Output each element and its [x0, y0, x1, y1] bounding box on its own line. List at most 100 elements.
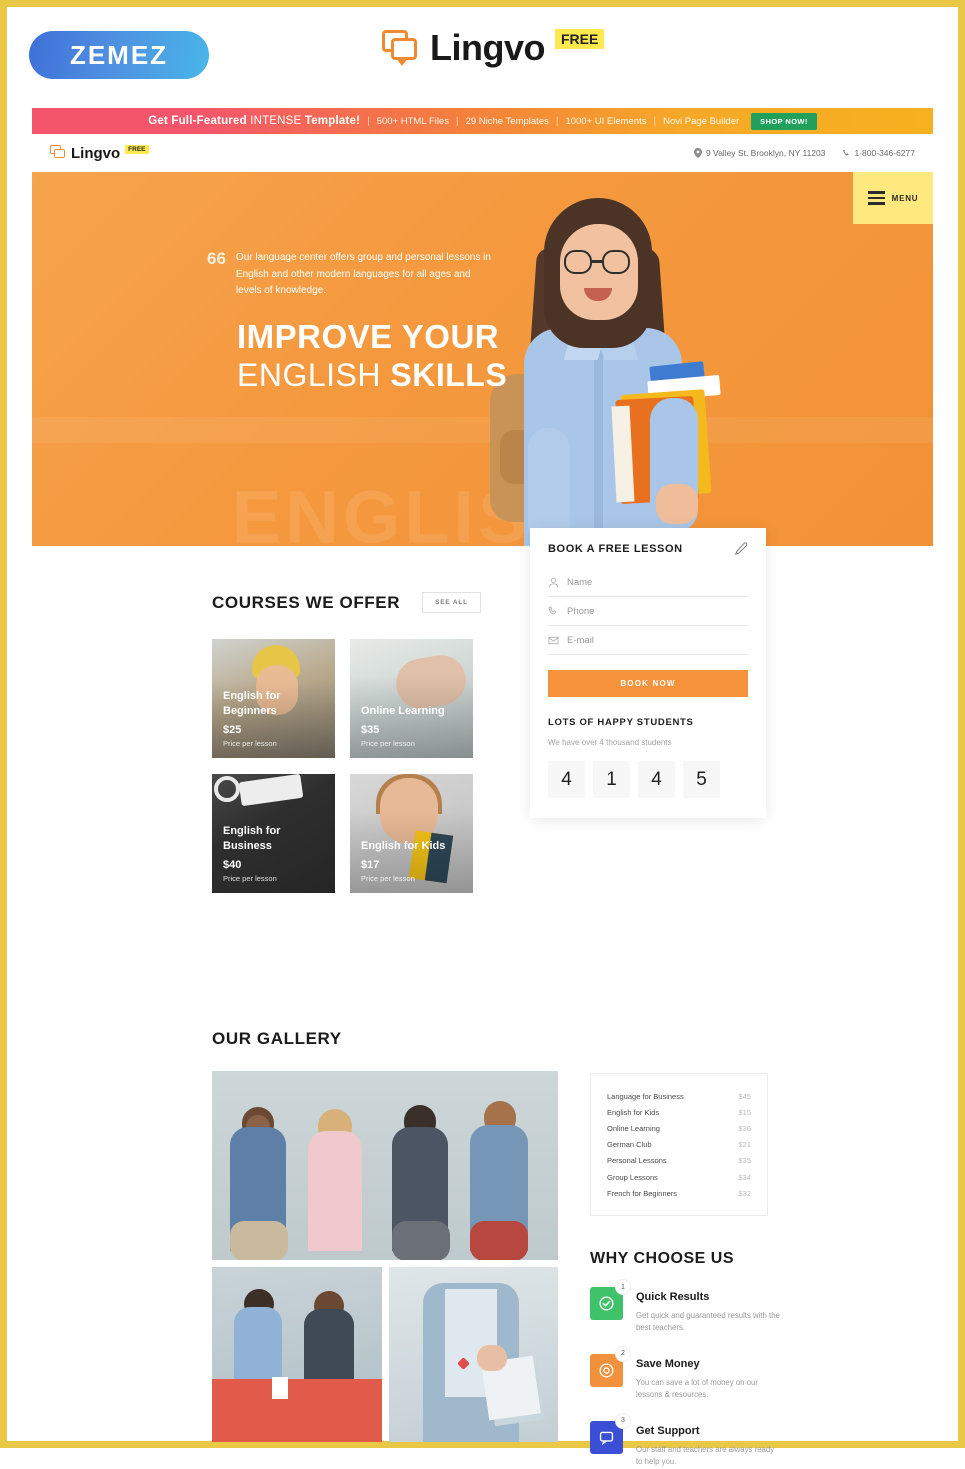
course-price-note: Price per lesson	[361, 874, 415, 883]
booking-form-title: BOOK A FREE LESSON	[548, 543, 683, 555]
see-all-button[interactable]: SEE ALL	[422, 592, 481, 613]
feature-description: Get quick and guaranteed results with th…	[636, 1311, 780, 1333]
price-value: $21	[738, 1140, 751, 1150]
price-row: German Club $21	[607, 1137, 751, 1153]
booking-form-card: BOOK A FREE LESSON BOOK NOW LOTS OF HAPP…	[530, 528, 766, 818]
check-circle-icon: 1	[590, 1280, 630, 1320]
course-price: $35	[361, 724, 380, 736]
counter-digit: 4	[548, 761, 585, 798]
course-name: Online Learning	[361, 705, 445, 718]
why-choose-us-section: WHY CHOOSE US 1 Quick Results Get quick …	[590, 1250, 780, 1469]
book-now-button[interactable]: BOOK NOW	[548, 670, 748, 697]
zemez-logo-text: ZEMEZ	[69, 39, 169, 70]
course-price: $17	[361, 859, 380, 871]
students-counter: 4 1 4 5	[548, 761, 748, 798]
price-value: $15	[738, 1107, 751, 1117]
header-address-text: 9 Valley St. Brooklyn, NY 11203	[705, 148, 826, 158]
counter-digit: 4	[638, 761, 675, 798]
feature-number: 1	[616, 1280, 630, 1294]
name-field[interactable]	[548, 568, 748, 597]
price-value: $36	[738, 1123, 751, 1133]
chat-bubble-icon	[382, 30, 420, 66]
feature-item: 1 Quick Results Get quick and guaranteed…	[590, 1280, 780, 1335]
price-row: English for Kids $15	[607, 1104, 751, 1120]
header-contact-info: 9 Valley St. Brooklyn, NY 11203 1-800-34…	[693, 148, 916, 158]
students-stats-title: LOTS OF HAPPY STUDENTS	[548, 717, 694, 728]
header-phone[interactable]: 1-800-346-6277	[842, 148, 916, 158]
course-name: English for Business	[223, 825, 281, 853]
site-header: Lingvo FREE 9 Valley St. Brooklyn, NY 11…	[32, 134, 933, 172]
course-price-note: Price per lesson	[361, 739, 415, 748]
header-logo[interactable]: Lingvo FREE	[50, 144, 149, 162]
support-chat-icon: 3	[590, 1413, 630, 1454]
page-canvas: ZEMEZ Lingvo FREE Get Full-Featured INTE…	[7, 7, 958, 1466]
promo-separator: |	[653, 115, 657, 127]
email-field[interactable]	[548, 626, 748, 655]
header-logo-text: Lingvo	[71, 144, 121, 162]
gallery-image-small[interactable]	[389, 1267, 558, 1442]
courses-header: COURSES WE OFFER SEE ALL	[212, 592, 482, 613]
coin-glyph	[599, 1363, 614, 1378]
gallery-image-small[interactable]	[212, 1267, 382, 1442]
feature-number: 2	[616, 1346, 630, 1361]
header-address[interactable]: 9 Valley St. Brooklyn, NY 11203	[693, 148, 826, 158]
hero-title-line1: IMPROVE YOUR	[237, 318, 500, 355]
free-badge: FREE	[125, 144, 149, 154]
course-name: English for Kids	[361, 840, 446, 853]
phone-field[interactable]	[548, 597, 748, 626]
why-choose-us-title: WHY CHOOSE US	[590, 1250, 734, 1267]
counter-digit: 1	[593, 761, 630, 798]
gallery-grid	[212, 1071, 558, 1442]
feature-item: 3 Get Support Our staff and teachers are…	[590, 1413, 780, 1469]
price-name: Personal Lessons	[607, 1156, 667, 1166]
price-row: Personal Lessons $35	[607, 1153, 751, 1169]
email-input[interactable]	[567, 635, 748, 646]
feature-title: Get Support	[636, 1424, 700, 1437]
feature-title: Quick Results	[636, 1291, 710, 1303]
price-name: Language for Business	[607, 1091, 684, 1101]
feature-title: Save Money	[636, 1357, 700, 1370]
price-row: Online Learning $36	[607, 1120, 751, 1136]
course-card[interactable]: English for Beginners $25 Price per less…	[212, 639, 335, 758]
promo-item-1: 29 Niche Templates	[465, 115, 549, 127]
price-name: English for Kids	[607, 1107, 660, 1117]
promo-separator: |	[455, 115, 459, 127]
price-value: $34	[738, 1172, 751, 1182]
page-border-right	[958, 0, 965, 1448]
menu-button-label: MENU	[891, 193, 919, 203]
check-circle-glyph	[599, 1296, 614, 1311]
course-card[interactable]: English for Kids $17 Price per lesson	[350, 774, 473, 893]
phone-icon	[548, 606, 557, 615]
name-input[interactable]	[567, 577, 748, 588]
feature-description: You can save a lot of money on our lesso…	[636, 1377, 758, 1400]
price-row: Language for Business $45	[607, 1088, 751, 1104]
promo-headline: Get Full-Featured INTENSE Template!	[148, 115, 361, 127]
price-name: German Club	[607, 1140, 652, 1150]
price-list: Language for Business $45 English for Kid…	[590, 1073, 768, 1217]
price-name: Online Learning	[607, 1123, 660, 1133]
price-name: French for Beginners	[607, 1188, 678, 1198]
courses-grid: English for Beginners $25 Price per less…	[212, 639, 482, 893]
quote-mark: 66	[207, 249, 226, 268]
hero-title-line2: ENGLISH SKILLS	[237, 357, 508, 393]
gallery-image-large[interactable]	[212, 1071, 558, 1260]
course-price-note: Price per lesson	[223, 874, 277, 883]
price-row: French for Beginners $32	[607, 1185, 751, 1201]
promo-separator: |	[367, 115, 370, 127]
course-card[interactable]: Online Learning $35 Price per lesson	[350, 639, 473, 758]
promo-banner[interactable]: Get Full-Featured INTENSE Template! | 50…	[32, 108, 933, 134]
mail-icon	[548, 636, 559, 645]
lingvo-logo[interactable]: Lingvo FREE	[382, 27, 605, 69]
price-value: $35	[738, 1156, 751, 1166]
menu-button[interactable]: MENU	[853, 172, 933, 224]
booking-form-header: BOOK A FREE LESSON	[548, 542, 748, 568]
phone-input[interactable]	[567, 606, 748, 617]
price-name: Group Lessons	[607, 1172, 658, 1182]
pencil-icon	[734, 542, 748, 556]
shop-now-button[interactable]: SHOP NOW!	[751, 112, 817, 130]
course-card[interactable]: English for Business $40 Price per lesso…	[212, 774, 335, 893]
courses-section: COURSES WE OFFER SEE ALL English for Beg…	[212, 592, 482, 893]
lingvo-logo-text: Lingvo	[430, 27, 545, 68]
zemez-logo[interactable]: ZEMEZ	[29, 31, 209, 79]
header-phone-text: 1-800-346-6277	[854, 148, 916, 158]
